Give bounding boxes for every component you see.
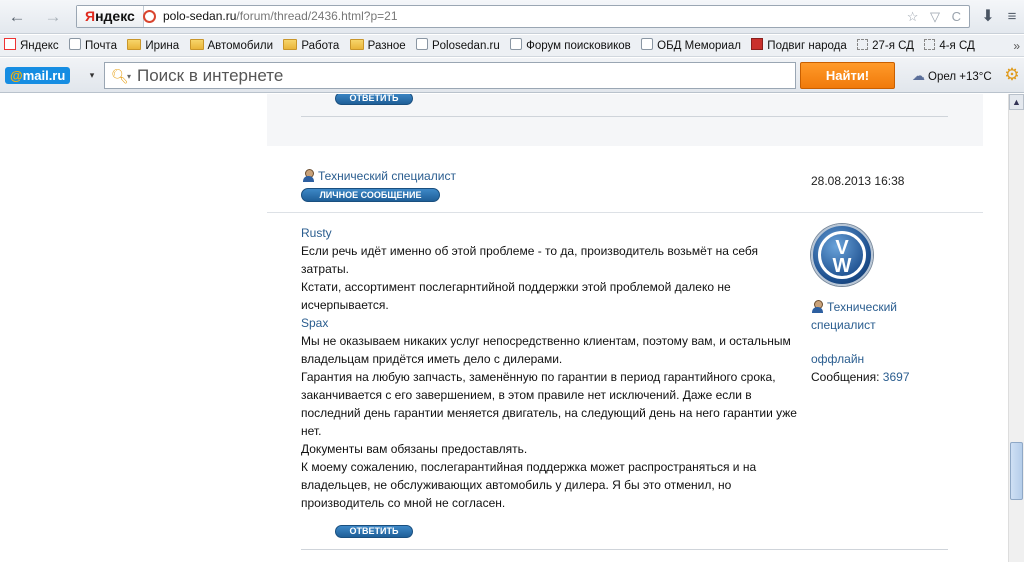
bookmark-yandex[interactable]: Яндекс <box>0 35 62 56</box>
private-message-button[interactable]: ЛИЧНОЕ СООБЩЕНИЕ <box>301 188 440 202</box>
mailru-dropdown-icon[interactable]: ▾ <box>86 67 98 84</box>
folder-icon <box>189 39 204 50</box>
bookmark-polosedan[interactable]: Polosedan.ru <box>412 35 503 56</box>
bookmarks-overflow-icon[interactable]: » <box>1013 35 1020 56</box>
forum-page: ОТВЕТИТЬ Технический специалист ЛИЧНОЕ С… <box>0 94 1008 562</box>
search-input[interactable] <box>137 64 787 87</box>
reply-text: Гарантия на любую запчасть, заменённую п… <box>301 370 797 438</box>
bookmark-forum-poiskovikov[interactable]: Форум поисковиков <box>506 35 634 56</box>
reply-button[interactable]: ОТВЕТИТЬ <box>335 525 413 538</box>
post-date: 28.08.2013 16:38 <box>811 174 905 188</box>
vw-logo-ring: V W <box>818 231 866 279</box>
quote-author[interactable]: Spax <box>301 314 801 332</box>
page-icon <box>415 38 428 50</box>
menu-icon[interactable]: ≡ <box>1003 6 1021 28</box>
forward-button[interactable]: → <box>42 6 64 28</box>
avatar: V W <box>811 224 873 286</box>
page-icon <box>641 38 654 50</box>
gift-icon <box>751 38 764 50</box>
reply-text: Документы вам обязаны предоставлять. <box>301 442 528 456</box>
divider <box>301 116 948 117</box>
page-icon <box>510 38 523 50</box>
bookmark-4-sd[interactable]: 4-я СД <box>920 35 978 56</box>
reply-text: Мы не оказываем никаких услуг непосредст… <box>301 334 791 366</box>
bookmark-rabota[interactable]: Работа <box>279 35 342 56</box>
star-dropdown-reload-icons[interactable]: ☆ ▽ C <box>907 6 965 27</box>
bookmark-irina[interactable]: Ирина <box>123 35 182 56</box>
reply-button-previous[interactable]: ОТВЕТИТЬ <box>335 94 413 105</box>
bookmark-pochta[interactable]: Почта <box>65 35 120 56</box>
message-count: Сообщения: 3697 <box>811 370 910 384</box>
author-role[interactable]: Технический специалист <box>811 298 921 334</box>
bookmarks-bar: Яндекс Почта Ирина Автомобили Работа Раз… <box>0 35 1024 57</box>
bookmark-avtomobili[interactable]: Автомобили <box>186 35 277 56</box>
search-button[interactable]: Найти! <box>800 62 895 89</box>
user-icon <box>302 169 315 182</box>
search-engine-dropdown-icon[interactable]: ▾ <box>127 68 131 86</box>
scroll-up-icon[interactable]: ▲ <box>1009 94 1024 110</box>
mailru-search-toolbar: @mail.ru ▾ 🔍︎ ▾ Найти! ☁Орел +13°C ⚙ <box>0 58 1024 93</box>
url-text[interactable]: polo-sedan.ru/forum/thread/2436.html?p=2… <box>163 6 398 27</box>
post-body: Rusty Если речь идёт именно об этой проб… <box>301 224 801 512</box>
bookmark-raznoe[interactable]: Разное <box>346 35 409 56</box>
folder-icon <box>283 39 298 50</box>
weather-icon: ☁ <box>912 68 925 83</box>
address-bar[interactable]: Яндекс polo-sedan.ru/forum/thread/2436.h… <box>76 5 970 28</box>
online-status: оффлайн <box>811 352 865 366</box>
dashed-box-icon <box>857 39 869 50</box>
scroll-thumb[interactable] <box>1010 442 1023 500</box>
post-author[interactable]: Технический специалист <box>302 169 456 183</box>
bookmark-obd-memorial[interactable]: ОБД Мемориал <box>637 35 744 56</box>
settings-icon[interactable]: ⚙ <box>1003 66 1021 84</box>
quote-author[interactable]: Rusty <box>301 224 801 242</box>
navigation-bar: ← → Яндекс polo-sedan.ru/forum/thread/24… <box>0 0 1024 34</box>
bookmark-podvig-naroda[interactable]: Подвиг народа <box>747 35 849 56</box>
folder-icon <box>127 39 142 50</box>
page-icon <box>69 38 82 50</box>
folder-icon <box>349 39 364 50</box>
bookmark-27-sd[interactable]: 27-я СД <box>853 35 917 56</box>
search-field[interactable]: 🔍︎ ▾ <box>104 62 796 89</box>
yandex-icon <box>4 38 16 50</box>
back-button[interactable]: ← <box>6 6 28 28</box>
yandex-badge[interactable]: Яндекс <box>77 6 144 27</box>
quote-text: Кстати, ассортимент послегарнтийной подд… <box>301 280 731 312</box>
mailru-logo[interactable]: @mail.ru <box>5 67 71 84</box>
divider <box>267 212 983 213</box>
weather-widget[interactable]: ☁ Орел +13°C <box>912 67 992 84</box>
site-favicon-icon <box>143 10 156 23</box>
download-icon[interactable]: ⬇ <box>978 6 998 28</box>
quote-text: Если речь идёт именно об этой проблеме -… <box>301 244 758 276</box>
divider <box>301 549 948 550</box>
vertical-scrollbar[interactable]: ▲ <box>1008 94 1024 562</box>
vw-logo-w: W <box>832 255 852 277</box>
user-icon <box>811 300 824 313</box>
reply-text: К моему сожалению, послегарантийная подд… <box>301 460 757 510</box>
dashed-box-icon <box>924 39 936 50</box>
